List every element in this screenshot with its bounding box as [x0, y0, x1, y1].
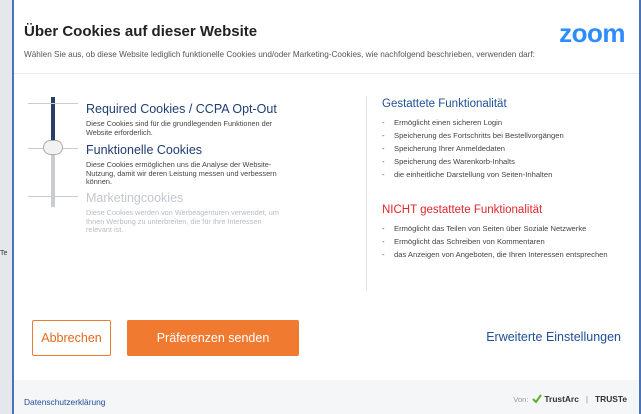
submit-preferences-button[interactable]: Präferenzen senden [127, 320, 299, 356]
list-item-text: das Anzeigen von Angeboten, die Ihren In… [394, 250, 608, 259]
level-functional[interactable]: Funktionelle Cookies Diese Cookies ermög… [86, 143, 286, 187]
zoom-logo: zoom [559, 18, 625, 48]
dash-bullet: - [382, 144, 385, 153]
level-description: Diese Cookies sind für die grundlegenden… [86, 119, 273, 137]
level-marketing[interactable]: Marketingcookies Diese Cookies werden vo… [86, 191, 286, 235]
list-item: - das Anzeigen von Angeboten, die Ihren I… [382, 250, 627, 259]
list-item: - Ermöglicht das Schreiben von Kommentare… [382, 237, 627, 246]
level-description: Diese Cookies ermöglichen uns die Analys… [86, 160, 277, 187]
list-item: - Speicherung des Fortschritts bei Bestel… [382, 131, 627, 140]
level-required[interactable]: Required Cookies / CCPA Opt-Out Diese Co… [86, 102, 286, 137]
list-item: - Ermöglicht das Teilen von Seiten über S… [382, 224, 627, 233]
slider-tick-required[interactable] [28, 103, 78, 104]
dash-bullet: - [382, 237, 385, 246]
level-title: Marketingcookies [86, 191, 184, 205]
cookie-level-slider-handle[interactable] [43, 140, 63, 155]
dash-bullet: - [382, 157, 385, 166]
list-item-text: Speicherung des Fortschritts bei Bestell… [394, 131, 564, 140]
list-item: - Speicherung des Warenkorb-Inhalts [382, 157, 627, 166]
powered-by-label: Von: [513, 394, 529, 404]
dialog-actions: Abbrechen Präferenzen senden Erweiterte … [14, 316, 639, 360]
powered-by: Von: TrustArc | TRUSTe [513, 394, 627, 404]
list-item-text: Ermöglicht das Teilen von Seiten über So… [394, 224, 587, 233]
dash-bullet: - [382, 250, 385, 259]
level-description: Diese Cookies werden von Werbeagenturen … [86, 208, 279, 235]
denied-list: - Ermöglicht das Teilen von Seiten über S… [382, 224, 627, 259]
truste-label: TRUSTe [595, 394, 627, 404]
dialog-header: Über Cookies auf dieser Website zoom Wäh… [14, 0, 639, 80]
allowed-functionality: Gestattete Funktionalität - Ermöglicht ei… [382, 98, 627, 183]
level-title: Required Cookies / CCPA Opt-Out [86, 102, 277, 116]
level-title: Funktionelle Cookies [86, 143, 203, 157]
list-item-text: Ermöglicht einen sicheren Login [394, 118, 503, 127]
list-item: - die einheitliche Darstellung von Seiten… [382, 170, 627, 179]
cookie-consent-dialog: Über Cookies auf dieser Website zoom Wäh… [12, 0, 641, 414]
trustarc-logo: TrustArc [532, 394, 579, 404]
header-divider [14, 73, 639, 74]
trustarc-check-icon [532, 394, 543, 404]
denied-heading: NICHT gestattete Funktionalität [382, 204, 543, 216]
list-item: - Speicherung Ihrer Anmeldedaten [382, 144, 627, 153]
allowed-heading: Gestattete Funktionalität [382, 98, 507, 110]
column-divider [366, 96, 367, 291]
list-item-text: Ermöglicht das Schreiben von Kommentaren [394, 237, 545, 246]
dialog-subtitle: Wählen Sie aus, ob diese Website ledigli… [24, 50, 535, 59]
dash-bullet: - [382, 170, 385, 179]
cancel-button[interactable]: Abbrechen [32, 320, 111, 356]
list-item-text: Speicherung Ihrer Anmeldedaten [394, 144, 506, 153]
list-item-text: die einheitliche Darstellung von Seiten-… [394, 170, 553, 179]
denied-functionality: NICHT gestattete Funktionalität - Ermögli… [382, 204, 627, 263]
dash-bullet: - [382, 131, 385, 140]
dash-bullet: - [382, 224, 385, 233]
dash-bullet: - [382, 118, 385, 127]
dialog-title: Über Cookies auf dieser Website [24, 23, 258, 40]
list-item-text: Speicherung des Warenkorb-Inhalts [394, 157, 515, 166]
background-text-fragment: Te [0, 250, 8, 257]
trustarc-label: TrustArc [544, 394, 579, 404]
dialog-content: Required Cookies / CCPA Opt-Out Diese Co… [14, 80, 639, 295]
privacy-policy-link[interactable]: Datenschutzerklärung [24, 397, 105, 407]
list-item: - Ermöglicht einen sicheren Login [382, 118, 627, 127]
advanced-settings-link[interactable]: Erweiterte Einstellungen [486, 330, 621, 344]
slider-tick-marketing[interactable] [28, 196, 78, 197]
dialog-footer: Datenschutzerklärung Von: TrustArc | TRU… [14, 380, 639, 414]
footer-separator: | [585, 394, 589, 404]
allowed-list: - Ermöglicht einen sicheren Login - Speiche… [382, 118, 627, 179]
